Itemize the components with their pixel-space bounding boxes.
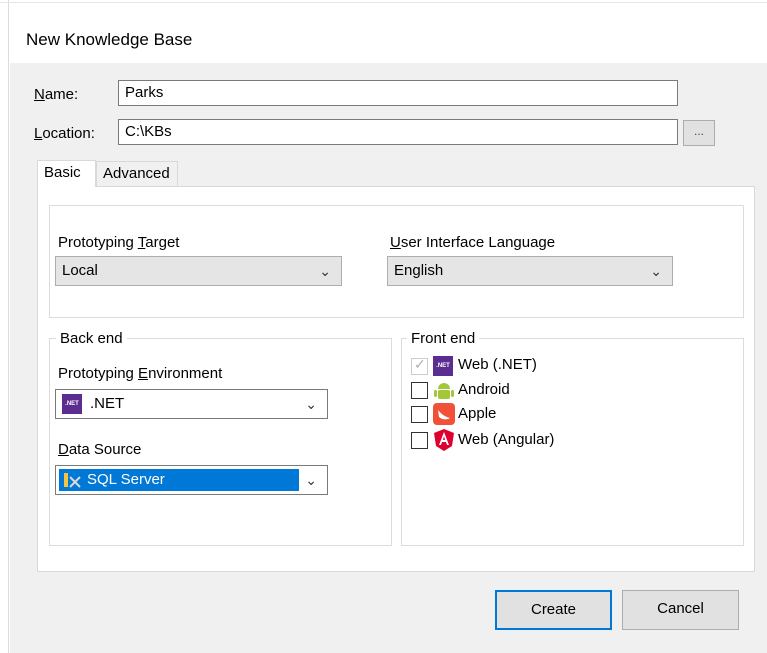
prototyping-environment-label: Prototyping Environment [58,365,223,382]
web-dotnet-label: Web (.NET) [458,356,537,373]
location-input[interactable]: C:\KBs [118,119,678,145]
chevron-down-icon: ⌄ [305,396,317,412]
data-source-value: SQL Server [87,471,165,488]
data-source-label: Data Source [58,441,142,458]
cancel-button[interactable]: Cancel [622,590,739,630]
sql-server-icon [64,473,81,488]
create-button[interactable]: Create [495,590,612,630]
apple-checkbox[interactable] [411,406,428,423]
left-border [8,0,9,653]
prototyping-target-select[interactable]: Local ⌄ [55,256,342,286]
location-label: Location: [34,125,95,142]
ui-language-select[interactable]: English ⌄ [387,256,673,286]
prototyping-environment-value: .NET [90,395,125,412]
ui-language-value: English [394,262,444,279]
prototyping-target-value: Local [62,262,98,279]
angular-icon [434,429,454,451]
android-icon [434,383,454,399]
angular-checkbox[interactable] [411,432,428,449]
chevron-down-icon: ⌄ [650,263,662,279]
tab-basic[interactable]: Basic [37,160,96,187]
top-border [0,2,767,3]
check-icon: ✓ [414,356,426,372]
tab-advanced[interactable]: Advanced [96,161,178,186]
browse-button[interactable]: ... [683,120,715,146]
dialog-title: New Knowledge Base [26,30,193,49]
back-end-label: Back end [56,330,127,347]
chevron-down-icon: ⌄ [305,472,317,488]
prototyping-target-label: Prototyping Target [58,234,180,251]
dotnet-icon: .NET [62,394,82,414]
android-label: Android [458,381,510,398]
name-input[interactable]: Parks [118,80,678,106]
dotnet-icon: .NET [433,356,453,376]
chevron-down-icon: ⌄ [319,263,331,279]
angular-label: Web (Angular) [458,431,555,448]
android-checkbox[interactable] [411,382,428,399]
prototyping-environment-select[interactable]: .NET .NET ⌄ [55,389,328,419]
ui-language-label: User Interface Language [390,234,556,251]
web-dotnet-checkbox[interactable]: ✓ [411,356,428,375]
front-end-label: Front end [407,330,480,347]
swift-icon [433,403,455,425]
data-source-select[interactable]: SQL Server ⌄ [55,465,328,495]
apple-label: Apple [458,405,497,422]
name-label: Name: [34,86,79,103]
